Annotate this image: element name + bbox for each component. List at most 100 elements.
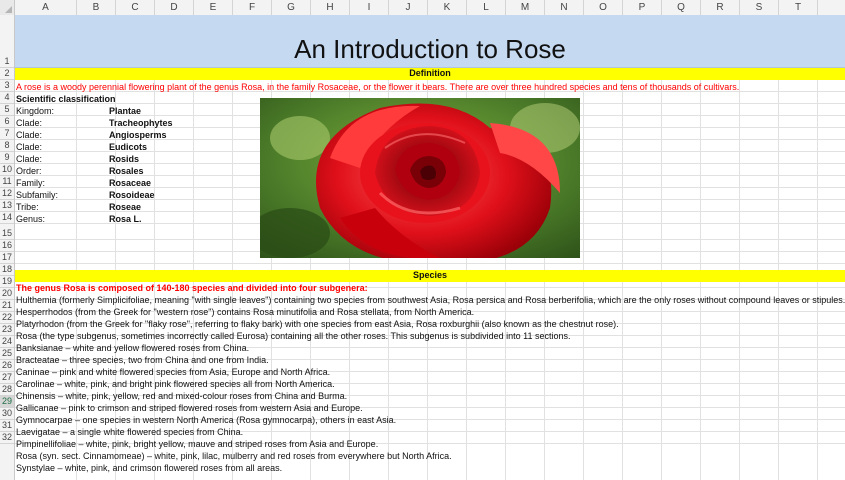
species-line[interactable]: Hulthemia (formerly Simplicifoliae, mean…: [16, 294, 845, 306]
row-header-19[interactable]: 19: [0, 276, 14, 288]
column-header-p[interactable]: P: [623, 0, 662, 15]
definition-text[interactable]: A rose is a woody perennial flowering pl…: [16, 81, 739, 93]
species-line[interactable]: Chinensis – white, pink, yellow, red and…: [16, 390, 347, 402]
row-header-30[interactable]: 30: [0, 408, 14, 420]
column-header-a[interactable]: A: [15, 0, 77, 15]
classification-label[interactable]: Clade:: [16, 141, 42, 153]
row-header-2[interactable]: 2: [0, 68, 14, 80]
row-header-24[interactable]: 24: [0, 336, 14, 348]
species-line[interactable]: Gymnocarpae – one species in western Nor…: [16, 414, 396, 426]
row-header-7[interactable]: 7: [0, 128, 14, 140]
classification-value[interactable]: Eudicots: [109, 141, 147, 153]
row-header-21[interactable]: 21: [0, 300, 14, 312]
classification-value[interactable]: Plantae: [109, 105, 141, 117]
row-header-9[interactable]: 9: [0, 152, 14, 164]
row-header-28[interactable]: 28: [0, 384, 14, 396]
row-header-12[interactable]: 12: [0, 188, 14, 200]
row-header-8[interactable]: 8: [0, 140, 14, 152]
row-header-14[interactable]: 14: [0, 212, 14, 224]
species-line[interactable]: Rosa (syn. sect. Cinnamomeae) – white, p…: [16, 450, 452, 462]
species-line[interactable]: Laevigatae – a single white flowered spe…: [16, 426, 243, 438]
classification-label[interactable]: Clade:: [16, 129, 42, 141]
gridline-horizontal: [15, 263, 845, 264]
classification-value[interactable]: Tracheophytes: [109, 117, 173, 129]
row-header-4[interactable]: 4: [0, 92, 14, 104]
classification-value[interactable]: Rosa L.: [109, 213, 142, 225]
column-header-s[interactable]: S: [740, 0, 779, 15]
species-line[interactable]: Bracteatae – three species, two from Chi…: [16, 354, 269, 366]
species-line[interactable]: Synstylae – white, pink, and crimson flo…: [16, 462, 282, 474]
title-cell[interactable]: An Introduction to Rose: [15, 15, 845, 68]
classification-value[interactable]: Angiosperms: [109, 129, 167, 141]
classification-value[interactable]: Rosaceae: [109, 177, 151, 189]
column-header-k[interactable]: K: [428, 0, 467, 15]
species-line[interactable]: Gallicanae – pink to crimson and striped…: [16, 402, 363, 414]
row-header-23[interactable]: 23: [0, 324, 14, 336]
classification-label[interactable]: Subfamily:: [16, 189, 58, 201]
row-header-26[interactable]: 26: [0, 360, 14, 372]
column-header-o[interactable]: O: [584, 0, 623, 15]
species-line[interactable]: Pimpinellifoliae – white, pink, bright y…: [16, 438, 378, 450]
species-line[interactable]: Banksianae – white and yellow flowered r…: [16, 342, 249, 354]
spreadsheet[interactable]: ABCDEFGHIJKLMNOPQRST 1 2 3 4 5 6 7 8 9 10 11 12 13 14…: [0, 0, 845, 480]
definition-header-cell[interactable]: Definition: [15, 68, 845, 80]
classification-label[interactable]: Clade:: [16, 153, 42, 165]
row-header-3[interactable]: 3: [0, 80, 14, 92]
row-header-bar: 1 2 3 4 5 6 7 8 9 10 11 12 13 14 15 16 17 18 19 20 21 22 23 24 2…: [0, 15, 15, 480]
classification-label[interactable]: Clade:: [16, 117, 42, 129]
species-line[interactable]: Hesperrhodos (from the Greek for "wester…: [16, 306, 474, 318]
species-header-cell[interactable]: Species: [15, 270, 845, 282]
classification-label[interactable]: Family:: [16, 177, 45, 189]
row-header-17[interactable]: 17: [0, 252, 14, 264]
classification-value[interactable]: Roseae: [109, 201, 141, 213]
classification-value[interactable]: Rosales: [109, 165, 144, 177]
classification-header[interactable]: Scientific classification: [16, 93, 116, 105]
classification-value[interactable]: Rosids: [109, 153, 139, 165]
column-header-i[interactable]: I: [350, 0, 389, 15]
classification-label[interactable]: Order:: [16, 165, 42, 177]
species-line[interactable]: Platyrhodon (from the Greek for "flaky r…: [16, 318, 619, 330]
row-header-27[interactable]: 27: [0, 372, 14, 384]
row-header-5[interactable]: 5: [0, 104, 14, 116]
column-header-t[interactable]: T: [779, 0, 818, 15]
column-header-f[interactable]: F: [233, 0, 272, 15]
species-intro[interactable]: The genus Rosa is composed of 140-180 sp…: [16, 282, 368, 294]
column-header-l[interactable]: L: [467, 0, 506, 15]
column-header-g[interactable]: G: [272, 0, 311, 15]
row-header-25[interactable]: 25: [0, 348, 14, 360]
row-header-22[interactable]: 22: [0, 312, 14, 324]
species-line[interactable]: Rosa (the type subgenus, sometimes incor…: [16, 330, 570, 342]
classification-label[interactable]: Kingdom:: [16, 105, 54, 117]
column-header-j[interactable]: J: [389, 0, 428, 15]
column-header-d[interactable]: D: [155, 0, 194, 15]
classification-label[interactable]: Tribe:: [16, 201, 39, 213]
row-header-13[interactable]: 13: [0, 200, 14, 212]
row-header-6[interactable]: 6: [0, 116, 14, 128]
classification-label[interactable]: Genus:: [16, 213, 45, 225]
classification-value[interactable]: Rosoideae: [109, 189, 155, 201]
column-header-h[interactable]: H: [311, 0, 350, 15]
select-all-corner[interactable]: [0, 0, 15, 15]
row-header-20[interactable]: 20: [0, 288, 14, 300]
definition-header: Definition: [409, 68, 451, 78]
row-header-16[interactable]: 16: [0, 240, 14, 252]
species-line[interactable]: Caninae – pink and white flowered specie…: [16, 366, 330, 378]
row-header-18[interactable]: 18: [0, 264, 14, 276]
species-header: Species: [412, 270, 448, 280]
row-header-1[interactable]: 1: [0, 15, 14, 68]
column-header-n[interactable]: N: [545, 0, 584, 15]
row-header-11[interactable]: 11: [0, 176, 14, 188]
rose-image[interactable]: [260, 98, 580, 258]
row-header-15[interactable]: 15: [0, 224, 14, 240]
row-header-29[interactable]: 29: [0, 396, 14, 408]
species-line[interactable]: Carolinae – white, pink, and bright pink…: [16, 378, 335, 390]
row-header-32[interactable]: 32: [0, 432, 14, 444]
column-header-r[interactable]: R: [701, 0, 740, 15]
column-header-c[interactable]: C: [116, 0, 155, 15]
column-header-b[interactable]: B: [77, 0, 116, 15]
column-header-q[interactable]: Q: [662, 0, 701, 15]
column-header-m[interactable]: M: [506, 0, 545, 15]
row-header-10[interactable]: 10: [0, 164, 14, 176]
column-header-e[interactable]: E: [194, 0, 233, 15]
row-header-31[interactable]: 31: [0, 420, 14, 432]
